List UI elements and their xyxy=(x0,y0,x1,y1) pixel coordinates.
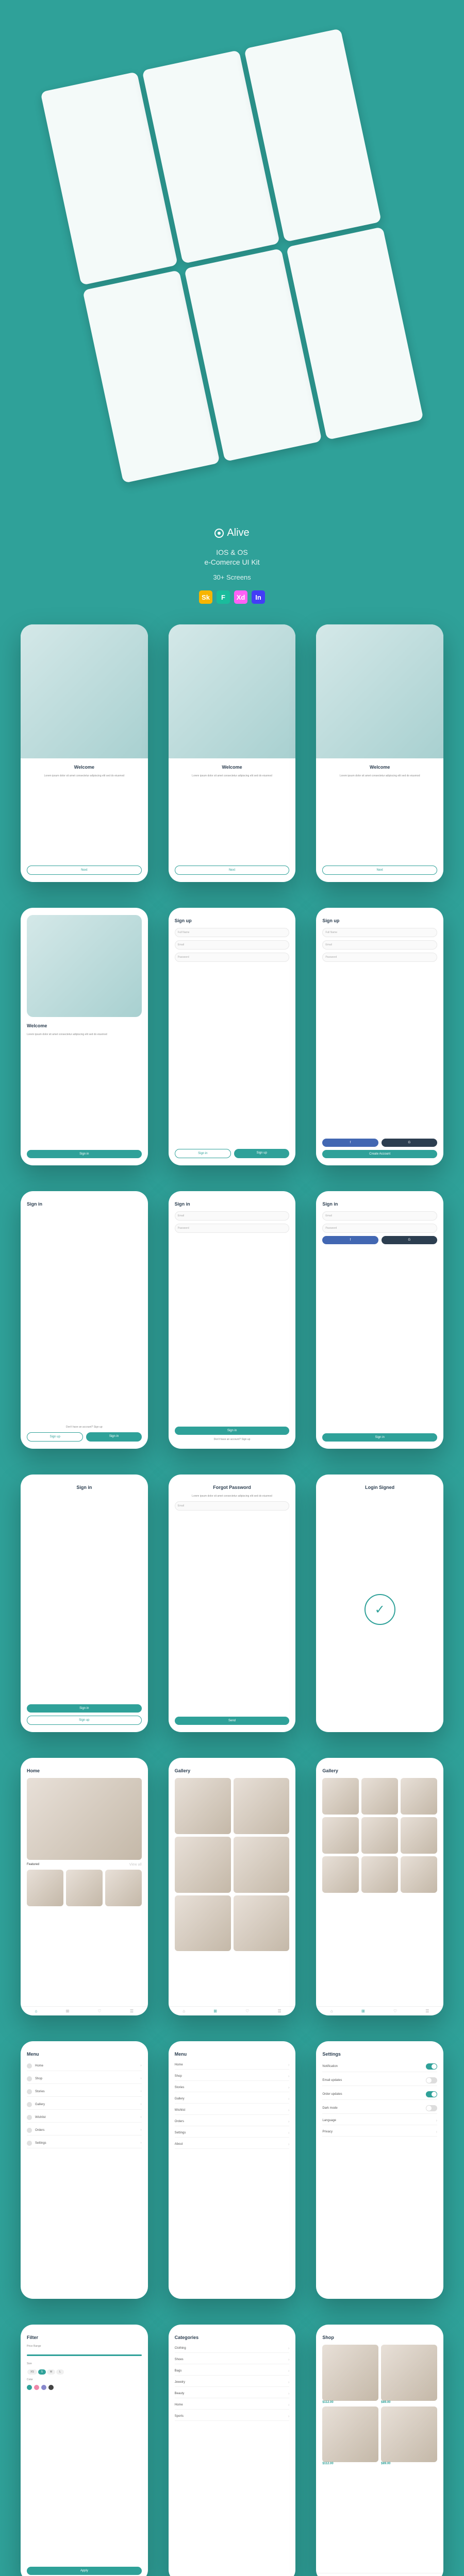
facebook-button[interactable]: f xyxy=(322,1139,378,1147)
create-button[interactable]: Create Account xyxy=(322,1150,437,1158)
next-button[interactable]: Next xyxy=(27,866,142,875)
signin-2: Sign in Email Password Sign in Don't hav… xyxy=(169,1191,296,1449)
onboard-1: Welcome Lorem ipsum dolor sit amet conse… xyxy=(21,624,148,882)
next-button[interactable]: Next xyxy=(322,866,437,875)
gallery-1: Gallery ⌂⊞♡☰ xyxy=(169,1758,296,2015)
onboard-3: Welcome Lorem ipsum dolor sit amet conse… xyxy=(316,624,443,882)
logo-mark xyxy=(214,529,224,538)
invision-badge: In xyxy=(252,590,265,604)
hero-preview-grid xyxy=(40,28,423,483)
signup-screen: Sign up Full Name Email Password Sign in… xyxy=(169,908,296,1165)
password-input[interactable]: Password xyxy=(175,953,290,962)
signin-minimal: Sign in Sign in Sign up xyxy=(21,1475,148,1732)
shop-grid: Shop $112.00 $89.00 $112.00 $89.00 ⌂⊞♡☰ xyxy=(316,2325,443,2576)
sketch-badge: Sk xyxy=(199,590,212,604)
screens-grid: Welcome Lorem ipsum dolor sit amet conse… xyxy=(5,624,459,2576)
signup-screen-2: Sign up Full Name Email Password f G Cre… xyxy=(316,908,443,1165)
logo: Alive xyxy=(10,527,454,539)
onboard-2: Welcome Lorem ipsum dolor sit amet conse… xyxy=(169,624,296,882)
forgot-password: Forgot Password Lorem ipsum dolor sit am… xyxy=(169,1475,296,1732)
welcome-screen: Welcome Lorem ipsum dolor sit amet conse… xyxy=(21,908,148,1165)
categories-screen: Categories Clothing› Shoes› Bags› Jewelr… xyxy=(169,2325,296,2576)
email-input[interactable]: Email xyxy=(175,940,290,950)
get-started-button[interactable]: Sign in xyxy=(27,1150,142,1158)
menu-1: Menu Home› Shop› Stories› Gallery› Wishl… xyxy=(21,2041,148,2299)
bottom-nav: ⌂⊞♡☰ xyxy=(21,2006,148,2015)
settings-screen: Settings Notification Email updates Orde… xyxy=(316,2041,443,2299)
figma-badge: F xyxy=(217,590,230,604)
login-success: Login Signed ✓ xyxy=(316,1475,443,1732)
cancel-button[interactable]: Sign in xyxy=(175,1149,231,1158)
menu-2: Menu Home› Shop› Stories› Gallery› Wishl… xyxy=(169,2041,296,2299)
check-icon: ✓ xyxy=(364,1594,395,1625)
tool-badges: Sk F Xd In xyxy=(10,590,454,604)
signin-3: Sign in Email Password f G Sign in xyxy=(316,1191,443,1449)
home-screen: Home FeaturedView all ⌂⊞♡☰ xyxy=(21,1758,148,2015)
next-button[interactable]: Next xyxy=(175,866,290,875)
kit-header: Alive IOS & OS e-Comerce UI Kit 30+ Scre… xyxy=(0,512,464,624)
signin-1: Sign in Don't have an account? Sign up S… xyxy=(21,1191,148,1449)
filter-screen: Filter Price Range Size XSSML Color Appl… xyxy=(21,2325,148,2576)
xd-badge: Xd xyxy=(234,590,247,604)
fullname-input[interactable]: Full Name xyxy=(175,928,290,937)
signup-button[interactable]: Sign up xyxy=(234,1149,289,1158)
gallery-2: Gallery ⌂⊞♡☰ xyxy=(316,1758,443,2015)
